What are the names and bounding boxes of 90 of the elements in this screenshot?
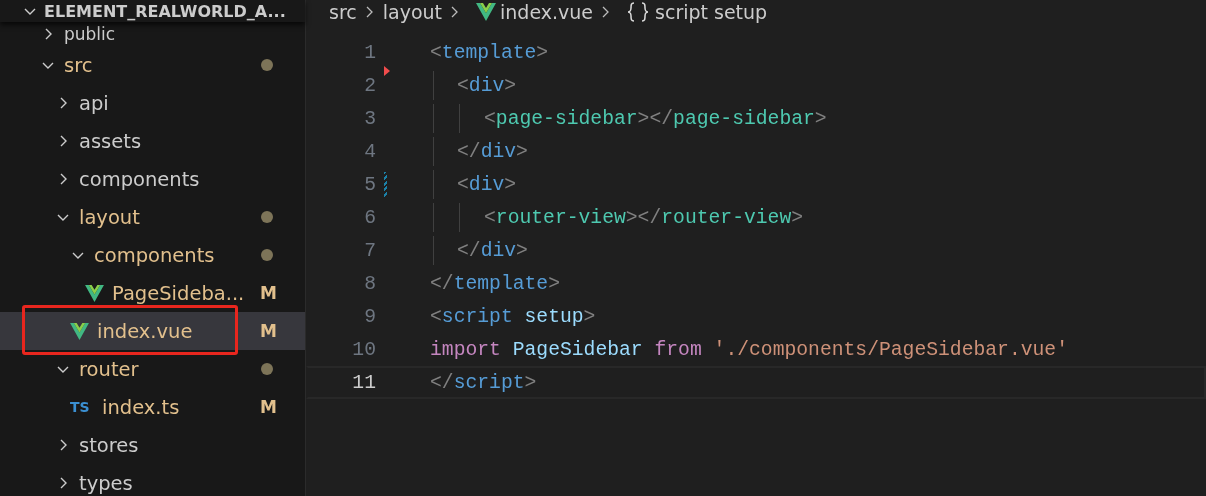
file-name: types [79, 471, 134, 495]
file-name: router [79, 357, 140, 381]
code-tag: script [453, 371, 525, 394]
chevron-right-icon [364, 4, 375, 20]
tree-item[interactable]: index.vue M [0, 312, 305, 350]
code-punctuation: > [791, 206, 804, 229]
code-punctuation: </ [430, 272, 454, 295]
code-component-tag: router-view [661, 206, 792, 229]
code-identifier: PageSidebar [511, 338, 643, 361]
breadcrumb-item[interactable]: layout [382, 1, 443, 23]
code-punctuation: > [583, 305, 596, 328]
code-punctuation: > [524, 371, 537, 394]
code-punctuation: </ [457, 239, 481, 262]
code-punctuation: > [516, 140, 528, 163]
code-tag: script [441, 305, 513, 328]
file-name: components [94, 243, 216, 267]
file-name: assets [79, 129, 143, 153]
git-status-label: M [260, 283, 277, 303]
code-tag: div [480, 140, 517, 163]
file-name: layout [79, 205, 141, 229]
code-keyword: import [430, 338, 501, 361]
breadcrumb-item[interactable]: index.vue [500, 1, 594, 23]
code-punctuation: < [430, 305, 442, 328]
line-number: 5 [363, 173, 376, 196]
line-number: 1 [363, 41, 376, 64]
tree-item[interactable]: components [0, 160, 305, 198]
code-punctuation: </ [457, 140, 481, 163]
file-name: index.vue [97, 319, 194, 343]
code-punctuation: < [457, 74, 469, 97]
tree-item[interactable]: components [0, 236, 305, 274]
breadcrumb-item[interactable]: src [329, 1, 357, 23]
line-number: 8 [363, 272, 376, 295]
tree-item[interactable]: public [0, 22, 305, 46]
code-punctuation: < [484, 107, 496, 130]
braces-icon [627, 2, 650, 22]
line-number: 7 [363, 239, 376, 262]
code-punctuation: > [504, 74, 517, 97]
file-name: src [64, 53, 94, 77]
code-component-tag: page-sidebar [495, 107, 638, 130]
code-punctuation: ></ [625, 206, 662, 229]
git-status-label: M [260, 397, 277, 417]
v-logo-icon [85, 284, 104, 302]
code-string: './components/PageSidebar.vue' [712, 338, 1068, 361]
code-punctuation: > [516, 239, 528, 262]
code-tag: template [441, 41, 537, 64]
code-punctuation: < [484, 206, 496, 229]
line-number: 2 [363, 74, 376, 97]
tree-item[interactable]: PageSideba... M [0, 274, 305, 312]
code-punctuation: > [814, 107, 827, 130]
v-logo-icon [70, 322, 89, 340]
v-logo-icon [476, 3, 497, 21]
code-punctuation: > [504, 173, 517, 196]
code-punctuation: < [430, 41, 442, 64]
code-punctuation: ></ [637, 107, 674, 130]
line-number: 10 [351, 338, 376, 361]
code-attribute: setup [523, 305, 584, 328]
code-component-tag: router-view [495, 206, 626, 229]
file-name: public [64, 24, 117, 44]
code-punctuation: </ [430, 371, 454, 394]
tree-item[interactable]: router [0, 350, 305, 388]
code-punctuation: < [457, 173, 469, 196]
line-number: 11 [351, 371, 376, 394]
line-number: 6 [363, 206, 376, 229]
tree-item[interactable]: TS index.ts M [0, 388, 305, 426]
ts-file-icon: TS [70, 399, 94, 415]
code-tag: div [468, 173, 505, 196]
file-name: PageSideba... [112, 281, 246, 305]
line-number: 9 [363, 305, 376, 328]
line-number: 4 [363, 140, 376, 163]
code-component-tag: page-sidebar [673, 107, 815, 130]
code-punctuation: > [536, 41, 549, 64]
code-tag: template [453, 272, 549, 295]
code-tag: div [480, 239, 517, 262]
git-status-label: M [260, 321, 277, 341]
tree-item[interactable]: stores [0, 426, 305, 464]
code-tag: div [468, 74, 505, 97]
explorer-title: ELEMENT_REALWORLD_A... [44, 1, 286, 21]
code-keyword: from [653, 338, 702, 361]
breadcrumb-item[interactable]: script setup [655, 1, 768, 23]
tree-item[interactable]: layout [0, 198, 305, 236]
file-name: index.ts [102, 395, 181, 419]
file-name: components [79, 167, 201, 191]
file-name: api [79, 91, 110, 115]
tree-item[interactable]: assets [0, 122, 305, 160]
tree-item[interactable]: src [0, 46, 305, 84]
code-punctuation: > [548, 272, 560, 295]
tree-item[interactable]: api [0, 84, 305, 122]
line-number: 3 [363, 107, 376, 130]
tree-item[interactable]: types [0, 464, 305, 496]
file-name: stores [79, 433, 140, 457]
